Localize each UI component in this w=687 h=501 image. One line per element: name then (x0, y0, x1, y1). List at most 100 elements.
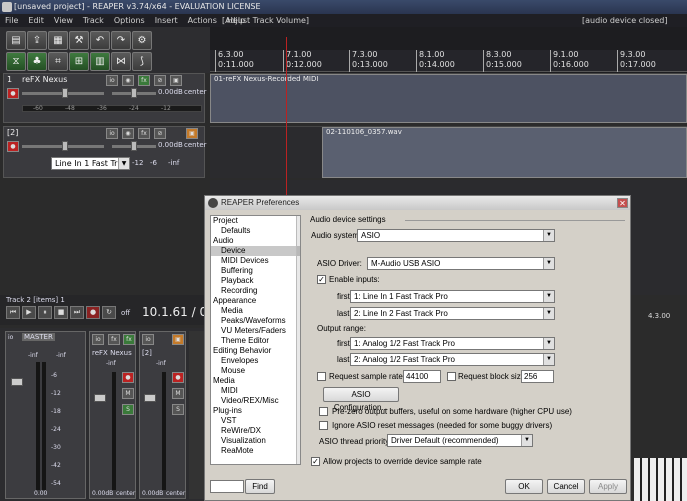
auto-crossfade-icon[interactable]: ⋈ (111, 52, 131, 71)
media-item-midi[interactable]: 01-reFX Nexus-Recorded MIDI (210, 74, 687, 123)
item-grouping-icon[interactable]: ▥ (90, 52, 110, 71)
tree-item-mouse[interactable]: Mouse (211, 366, 300, 376)
menu-actions[interactable]: Actions (188, 16, 217, 25)
tree-item-vu-meters[interactable]: VU Meters/Faders (211, 326, 300, 336)
apply-button[interactable]: Apply (589, 479, 627, 494)
mute-button[interactable]: M (172, 388, 184, 399)
volume-knob[interactable] (62, 141, 68, 151)
record-arm-button[interactable]: ● (122, 372, 134, 383)
output-first-select[interactable]: 1: Analog 1/2 Fast Track Pro ▼ (350, 337, 555, 350)
stop-icon[interactable]: ■ (54, 306, 68, 319)
ripple-edit-icon[interactable]: ⊞ (69, 52, 89, 71)
menu-options[interactable]: Options (114, 16, 145, 25)
master-strip[interactable]: io MASTER -inf -inf -6 -12 -18 -24 -30 -… (5, 331, 86, 499)
solo-button[interactable]: S (122, 404, 134, 415)
output-last-select[interactable]: 2: Analog 1/2 Fast Track Pro ▼ (350, 353, 555, 366)
strip-fader[interactable] (144, 394, 156, 402)
ok-button[interactable]: OK (505, 479, 543, 494)
fx-button[interactable]: fx (138, 75, 150, 86)
pan-knob[interactable] (131, 88, 137, 98)
solo-button[interactable]: S (172, 404, 184, 415)
audio-system-select[interactable]: ASIO ▼ (357, 229, 555, 242)
save-project-icon[interactable]: ▦ (48, 31, 68, 50)
tree-item-reamote[interactable]: ReaMote (211, 446, 300, 456)
metronome-icon[interactable]: ⧖ (6, 52, 26, 71)
tree-item-defaults[interactable]: Defaults (211, 226, 300, 236)
find-input[interactable] (210, 480, 244, 493)
menu-file[interactable]: File (5, 16, 18, 25)
redo-icon[interactable]: ↷ (111, 31, 131, 50)
allow-override-checkbox[interactable]: ✓ (311, 457, 320, 466)
input-first-select[interactable]: 1: Line In 1 Fast Track Pro ▼ (350, 290, 555, 303)
find-button[interactable]: Find (245, 479, 275, 494)
preferences-icon[interactable]: ⚙ (132, 31, 152, 50)
menu-track[interactable]: Track (83, 16, 104, 25)
input-last-select[interactable]: 2: Line In 2 Fast Track Pro ▼ (350, 307, 555, 320)
snap-icon[interactable]: ♣ (27, 52, 47, 71)
mixer-strip-1[interactable]: io fx fx reFX Nexus -inf ● M S 0.00dB ce… (89, 331, 136, 499)
phase-button[interactable]: ⊘ (154, 75, 166, 86)
record-icon[interactable]: ● (86, 306, 100, 319)
io-button[interactable]: io (142, 334, 154, 345)
volume-knob[interactable] (62, 88, 68, 98)
grid-icon[interactable]: ⌗ (48, 52, 68, 71)
tree-item-vst[interactable]: VST (211, 416, 300, 426)
record-input-select[interactable]: Line In 1 Fast Track ▼ (51, 157, 130, 170)
reaper-app-icon[interactable] (2, 2, 12, 12)
record-arm-button[interactable]: ● (7, 88, 19, 99)
track-panel-1[interactable]: 1 reFX Nexus ● io ◉ fx ⊘ ▣ 0.00dB center… (3, 73, 207, 123)
media-item-wav[interactable]: 02-110106_0357.wav (322, 127, 687, 178)
tree-item-editing-behavior[interactable]: Editing Behavior (211, 346, 300, 356)
tree-item-appearance[interactable]: Appearance (211, 296, 300, 306)
track-name[interactable]: reFX Nexus (22, 75, 67, 84)
tree-scrollbar[interactable] (296, 216, 300, 464)
mixer-strip-2[interactable]: io [2] ▣ -inf ● M S 0.00dB center (139, 331, 186, 499)
request-rate-checkbox[interactable] (317, 372, 326, 381)
tree-item-plugins[interactable]: Plug-ins (211, 406, 300, 416)
tree-item-rewire[interactable]: ReWire/DX (211, 426, 300, 436)
master-fader[interactable] (11, 378, 23, 386)
fx-button[interactable]: fx (138, 128, 150, 139)
phase-button[interactable]: ⊘ (154, 128, 166, 139)
env-button[interactable]: ▣ (172, 334, 184, 345)
timeline-ruler[interactable]: 6.3.00 0:11.000 7.1.00 0:12.000 7.3.00 0:13… (210, 50, 687, 72)
tree-item-peaks[interactable]: Peaks/Waveforms (211, 316, 300, 326)
request-rate-input[interactable]: 44100 (403, 370, 441, 383)
fx-enable-button[interactable]: fx (123, 334, 135, 345)
tree-item-theme-editor[interactable]: Theme Editor (211, 336, 300, 346)
io-button[interactable]: io (106, 75, 118, 86)
play-icon[interactable]: ▶ (22, 306, 36, 319)
tree-item-visualization[interactable]: Visualization (211, 436, 300, 446)
go-to-end-icon[interactable]: ⏭ (70, 306, 84, 319)
position-readout[interactable]: 10.1.61 / 0 (142, 305, 207, 319)
open-project-icon[interactable]: ⇪ (27, 31, 47, 50)
io-button[interactable]: io (92, 334, 104, 345)
menu-edit[interactable]: Edit (28, 16, 44, 25)
asio-driver-select[interactable]: M-Audio USB ASIO ▼ (367, 257, 555, 270)
envelope-lock-icon[interactable]: ⟆ (132, 52, 152, 71)
env-button[interactable]: ▣ (170, 75, 182, 86)
request-block-checkbox[interactable] (447, 372, 456, 381)
tree-item-recording[interactable]: Recording (211, 286, 300, 296)
record-arm-button[interactable]: ● (172, 372, 184, 383)
tree-item-audio[interactable]: Audio (211, 236, 300, 246)
menu-view[interactable]: View (54, 16, 73, 25)
mute-button[interactable]: M (122, 388, 134, 399)
record-arm-button[interactable]: ● (7, 141, 19, 152)
tree-scroll-thumb[interactable] (297, 246, 300, 256)
track-panel-2[interactable]: [2] ● io ◉ fx ⊘ ▣ 0.00dB center Line In … (3, 126, 207, 178)
close-icon[interactable]: ✕ (617, 198, 628, 208)
io-button[interactable]: io (106, 128, 118, 139)
pan-knob[interactable] (131, 141, 137, 151)
track-lane-2[interactable]: 02-110106_0357.wav (210, 126, 687, 178)
ignore-reset-checkbox[interactable] (319, 421, 328, 430)
strip-fader[interactable] (94, 394, 106, 402)
env-button[interactable]: ▣ (186, 128, 198, 139)
pause-icon[interactable]: ⏸ (38, 306, 52, 319)
thread-priority-select[interactable]: Driver Default (recommended) ▼ (387, 434, 533, 447)
request-block-input[interactable]: 256 (521, 370, 554, 383)
go-to-start-icon[interactable]: ⏮ (6, 306, 20, 319)
io-button[interactable]: io (8, 334, 13, 341)
cancel-button[interactable]: Cancel (547, 479, 585, 494)
tree-item-project[interactable]: Project (211, 216, 300, 226)
